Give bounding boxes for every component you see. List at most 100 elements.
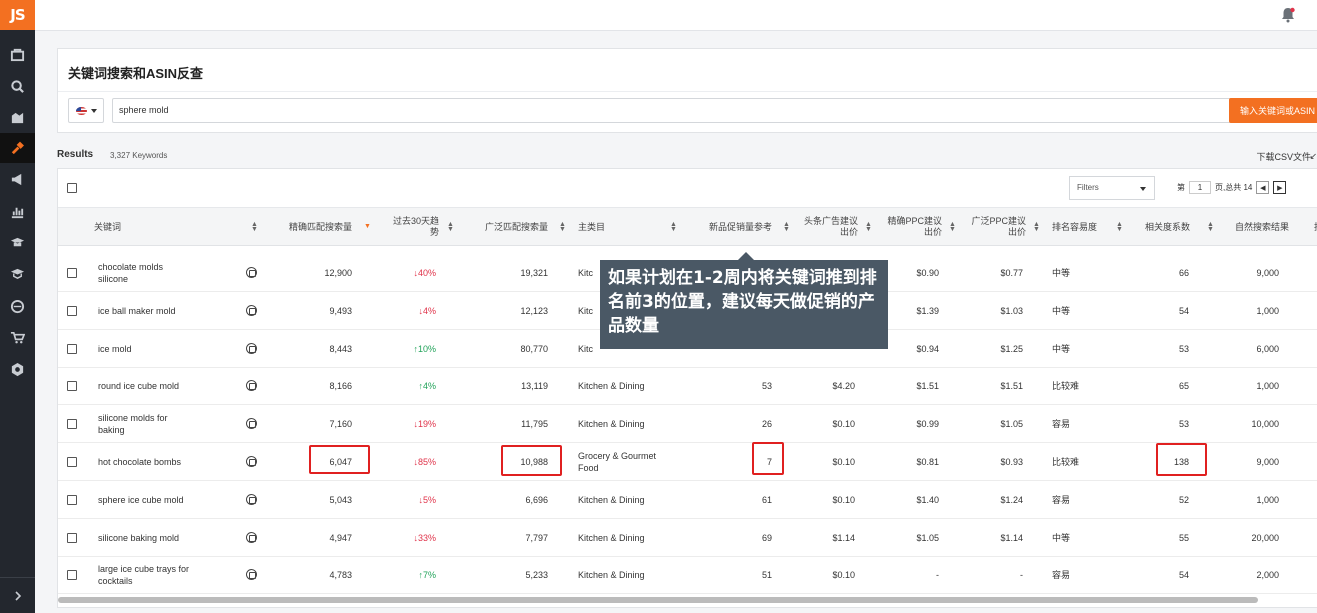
download-csv-link[interactable]: 下载CSV文件 (1256, 150, 1311, 163)
product-db-icon[interactable] (246, 380, 257, 392)
chevron-right-icon[interactable] (0, 577, 35, 613)
country-select[interactable] (68, 98, 104, 123)
app-logo[interactable]: JS (0, 0, 35, 30)
organic-results-cell: 1,000 (1256, 381, 1279, 392)
sort-desc-icon[interactable]: ▼ (364, 223, 371, 230)
product-db-icon[interactable] (246, 342, 257, 354)
col-keyword[interactable]: 关键词 (94, 208, 121, 246)
keyword-cell[interactable]: silicone baking mold (98, 519, 193, 557)
promo-cell: 51 (761, 570, 772, 581)
sort-icon[interactable]: ▲ ▼ (865, 221, 872, 233)
row-checkbox[interactable] (67, 419, 77, 430)
exact-volume-cell: 4,783 (329, 570, 352, 581)
col-broad-ppc[interactable]: 广泛PPC建议出价 (964, 208, 1026, 246)
market-icon[interactable] (0, 102, 35, 132)
sort-icon[interactable]: ▲ ▼ (670, 221, 677, 233)
us-flag-icon (75, 106, 87, 115)
col-category[interactable]: 主类目 (578, 208, 605, 246)
search-input[interactable]: sphere mold (112, 98, 1271, 123)
headline-bid-cell: $0.10 (832, 570, 855, 581)
trend-cell: ↑4% (418, 381, 436, 392)
keyword-cell[interactable]: silicone molds for baking (98, 405, 193, 443)
trend-cell: ↓33% (413, 532, 436, 543)
table-row[interactable]: silicone molds for baking 7,160 ↓19% 11,795… (58, 405, 1317, 444)
table-row[interactable]: sphere ice cube mold 5,043 ↓5% 6,696 Kitchen… (58, 481, 1317, 519)
category-cell: Kitchen & Dining (578, 419, 645, 430)
broad-ppc-cell: $0.93 (1000, 457, 1023, 467)
row-checkbox[interactable] (67, 343, 77, 354)
sidebar: JS (0, 0, 35, 613)
bell-icon[interactable] (1279, 6, 1297, 24)
prev-page-button[interactable]: ◀ (1256, 181, 1270, 194)
course-icon[interactable] (0, 258, 35, 288)
col-ranking-ease[interactable]: 排名容易度 (1052, 208, 1097, 246)
next-page-button[interactable]: ▶ (1273, 181, 1287, 194)
row-checkbox[interactable] (67, 381, 77, 392)
exact-ppc-cell: $1.40 (916, 494, 939, 505)
chevron-down-icon (1140, 187, 1146, 191)
sort-icon[interactable]: ▲ ▼ (447, 221, 454, 233)
horizontal-scrollbar[interactable] (58, 597, 1258, 603)
table-row[interactable]: round ice cube mold 8,166 ↑4% 13,119 Kitchen… (58, 367, 1317, 406)
col-organic-results[interactable]: 自然搜索结果 (1235, 208, 1289, 246)
keyword-cell[interactable]: ice ball maker mold (98, 292, 193, 330)
col-exact-volume[interactable]: 精确匹配搜索量 (289, 208, 352, 246)
sort-icon[interactable]: ▲ ▼ (251, 221, 258, 233)
cart-icon[interactable] (0, 322, 35, 352)
product-db-icon[interactable] (246, 569, 257, 581)
globe-icon[interactable] (0, 291, 35, 321)
table-row[interactable]: large ice cube trays for cocktails 4,783 ↑… (58, 556, 1317, 595)
col-promo[interactable]: 新品促销量参考 (709, 208, 772, 246)
row-checkbox[interactable] (67, 570, 77, 581)
megaphone-icon[interactable] (0, 164, 35, 194)
col-headline-bid[interactable]: 头条广告建议出价 (796, 208, 858, 246)
sort-icon[interactable]: ▲ ▼ (1116, 221, 1123, 233)
row-checkbox[interactable] (67, 268, 77, 278)
row-checkbox[interactable] (67, 532, 77, 543)
sort-icon[interactable]: ▲ ▼ (783, 221, 790, 233)
promo-cell: 26 (761, 419, 772, 430)
sort-icon[interactable]: ▲ ▼ (1033, 221, 1040, 233)
select-all-checkbox[interactable] (67, 183, 77, 193)
product-db-icon[interactable] (246, 267, 257, 278)
search-button[interactable]: 输入关键词或ASIN (1229, 98, 1317, 123)
exact-ppc-cell: $0.81 (916, 457, 939, 467)
col-exact-ppc[interactable]: 精确PPC建议出价 (880, 208, 942, 246)
page-title: 关键词搜索和ASIN反查 (68, 66, 204, 81)
category-cell: Kitchen & Dining (578, 532, 645, 543)
page-input[interactable]: 1 (1189, 181, 1211, 194)
row-checkbox[interactable] (67, 457, 77, 467)
product-db-icon[interactable] (246, 456, 257, 467)
table-row[interactable]: silicone baking mold 4,947 ↓33% 7,797 Kitche… (58, 519, 1317, 557)
download-icon[interactable]: ↙ (1309, 151, 1317, 162)
relevance-cell: 53 (1178, 343, 1189, 354)
keyword-cell[interactable]: ice mold (98, 330, 193, 368)
product-icon[interactable] (0, 39, 35, 69)
product-db-icon[interactable] (246, 304, 257, 316)
keyword-cell[interactable]: large ice cube trays for cocktails (98, 556, 193, 594)
graduation-icon[interactable] (0, 227, 35, 257)
keyword-cell[interactable]: hot chocolate bombs (98, 443, 193, 481)
keyword-icon[interactable] (0, 133, 35, 163)
keyword-cell[interactable]: chocolate molds silicone (98, 254, 193, 292)
sort-icon[interactable]: ▲ ▼ (949, 221, 956, 233)
keyword-cell[interactable]: sphere ice cube mold (98, 481, 193, 519)
product-db-icon[interactable] (246, 531, 257, 543)
col-broad-volume[interactable]: 广泛匹配搜索量 (485, 208, 548, 246)
col-trend[interactable]: 过去30天趋势 (389, 208, 439, 246)
broad-ppc-cell: - (1020, 570, 1023, 581)
sort-icon[interactable]: ▲ ▼ (1207, 221, 1214, 233)
table-row[interactable]: hot chocolate bombs 6,047 ↓85% 10,988 Grocer… (58, 443, 1317, 481)
sort-icon[interactable]: ▲ ▼ (559, 221, 566, 233)
keyword-cell[interactable]: round ice cube mold (98, 367, 193, 405)
row-checkbox[interactable] (67, 494, 77, 505)
chart-icon[interactable] (0, 196, 35, 226)
settings-icon[interactable] (0, 354, 35, 384)
product-db-icon[interactable] (246, 418, 257, 430)
search-icon[interactable] (0, 71, 35, 101)
top-bar (35, 0, 1317, 31)
row-checkbox[interactable] (67, 305, 77, 316)
filters-dropdown[interactable]: Filters (1069, 176, 1155, 200)
col-relevance[interactable]: 相关度系数 (1145, 208, 1190, 246)
product-db-icon[interactable] (246, 493, 257, 505)
